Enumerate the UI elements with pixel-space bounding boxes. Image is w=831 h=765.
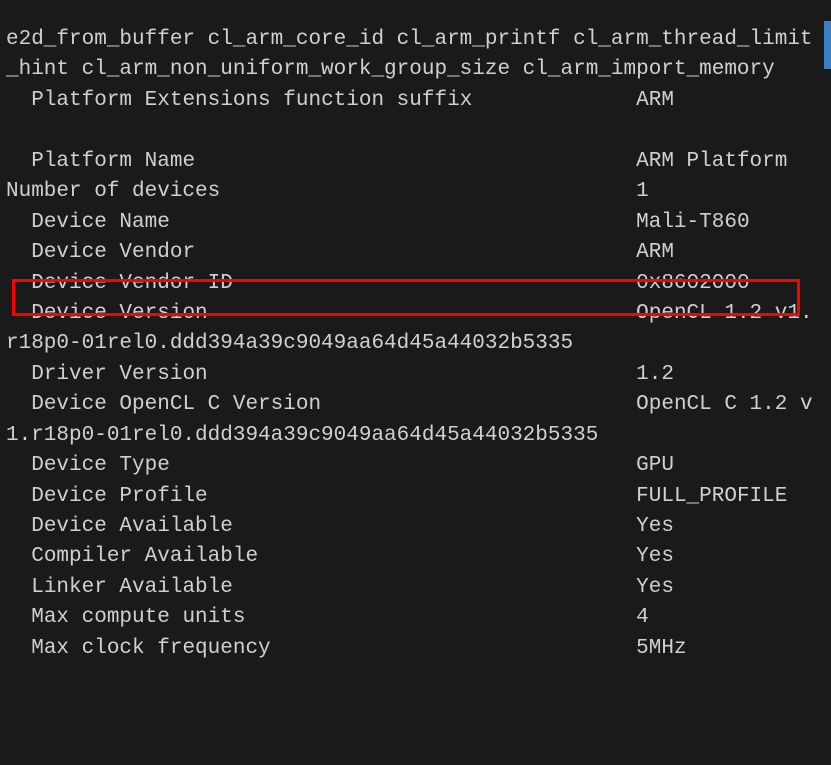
scrollbar-indicator[interactable] [824,21,831,69]
value-platform-name: ARM Platform [636,150,787,173]
label-driver-version: Driver Version [6,363,208,386]
label-platform-name: Platform Name [6,150,195,173]
label-device-type: Device Type [6,454,170,477]
value-num-devices: 1 [636,180,649,203]
terminal-output[interactable]: e2d_from_buffer cl_arm_core_id cl_arm_pr… [0,21,831,668]
label-device-profile: Device Profile [6,485,208,508]
value-device-type: GPU [636,454,674,477]
label-device-version: Device Version [6,302,208,325]
label-device-clc: Device OpenCL C Version [6,393,321,416]
label-device-name: Device Name [6,211,170,234]
value-platform-ext-suffix: ARM [636,89,674,112]
value-driver-version: 1.2 [636,363,674,386]
label-max-compute-units: Max compute units [6,606,245,629]
value-device-name: Mali-T860 [636,211,749,234]
label-device-vendor-id: Device Vendor ID [6,272,233,295]
label-compiler-available: Compiler Available [6,545,258,568]
watermark-text: CSDN @LitchiCheng [685,760,817,765]
value-max-clock: 5MHz [636,637,686,660]
value-device-available: Yes [636,515,674,538]
extensions-text: e2d_from_buffer cl_arm_core_id cl_arm_pr… [6,28,813,81]
value-max-compute-units: 4 [636,606,649,629]
label-platform-ext-suffix: Platform Extensions function suffix [6,89,472,112]
value-device-vendor: ARM [636,241,674,264]
label-num-devices: Number of devices [6,180,220,203]
value-linker-available: Yes [636,576,674,599]
value-device-profile: FULL_PROFILE [636,485,787,508]
value-compiler-available: Yes [636,545,674,568]
label-device-vendor: Device Vendor [6,241,195,264]
label-linker-available: Linker Available [6,576,233,599]
label-max-clock: Max clock frequency [6,637,271,660]
value-device-vendor-id: 0x8602000 [636,272,749,295]
label-device-available: Device Available [6,515,233,538]
